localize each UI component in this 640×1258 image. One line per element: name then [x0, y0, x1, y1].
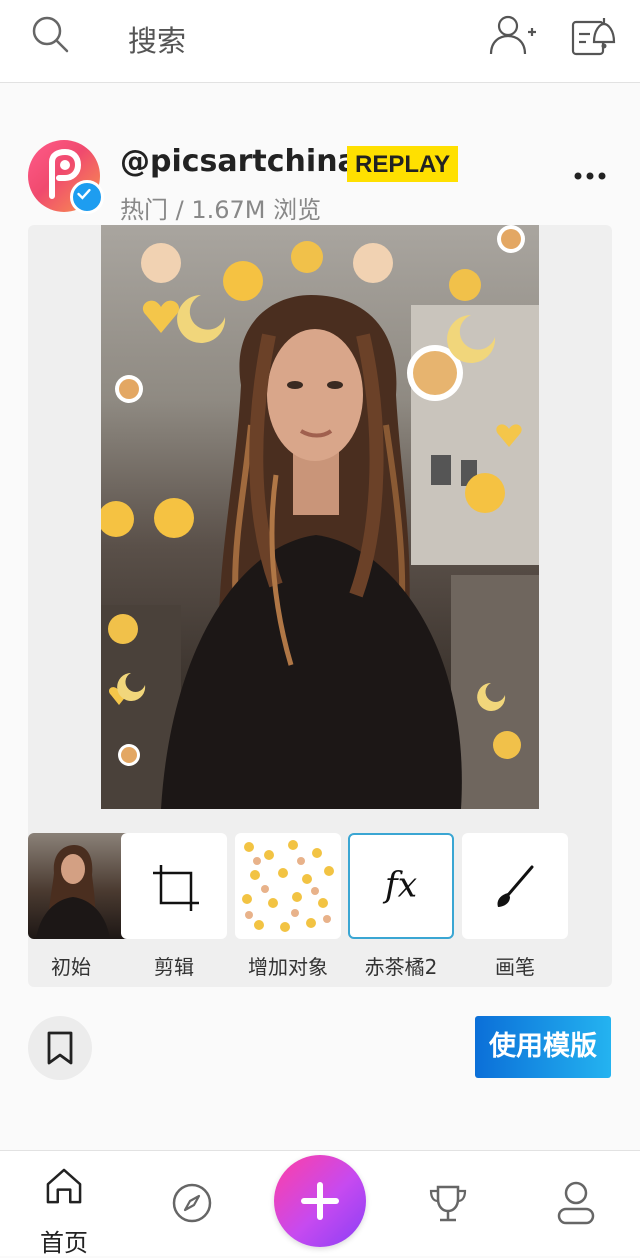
profile-icon[interactable]	[554, 1179, 598, 1227]
svg-text:fx: fx	[382, 866, 418, 906]
home-icon	[46, 1168, 82, 1204]
trophy-icon[interactable]	[426, 1181, 470, 1225]
brush-icon	[497, 865, 534, 907]
bookmark-icon	[47, 1031, 73, 1065]
explore-icon[interactable]	[170, 1181, 214, 1225]
more-options-icon[interactable]	[572, 158, 608, 194]
top-bar: 搜索	[0, 0, 640, 83]
step-label: 增加对象	[248, 955, 328, 979]
step-crop[interactable]	[121, 833, 227, 939]
search-icon[interactable]	[30, 14, 70, 54]
step-label: 画笔	[495, 955, 535, 979]
step-label: 赤茶橘2	[364, 955, 438, 979]
bottom-nav: 首页	[0, 1150, 640, 1257]
original-thumbnail	[36, 845, 110, 939]
step-add-objects[interactable]	[235, 833, 341, 939]
add-user-icon[interactable]	[488, 14, 538, 56]
step-brush[interactable]	[462, 833, 568, 939]
nav-home[interactable]: 首页	[36, 1161, 92, 1257]
step-label: 剪辑	[154, 955, 194, 979]
post-meta: 热门 / 1.67M 浏览	[120, 196, 322, 224]
sticker-thumbnail	[242, 840, 334, 932]
search-field[interactable]: 搜索	[128, 18, 186, 60]
avatar[interactable]	[28, 140, 104, 214]
notification-icon[interactable]	[570, 12, 616, 58]
step-label: 初始	[51, 955, 91, 979]
add-icon	[301, 1182, 339, 1220]
fx-icon: fx	[382, 866, 418, 906]
crop-icon	[153, 865, 199, 911]
bookmark-button[interactable]	[28, 1016, 92, 1080]
add-button[interactable]	[274, 1155, 366, 1247]
use-template-button[interactable]: 使用模版	[475, 1016, 611, 1078]
nav-home-label: 首页	[40, 1229, 88, 1257]
step-original[interactable]	[28, 833, 134, 939]
replay-badge: REPLAY	[347, 146, 459, 182]
step-effect[interactable]: fx	[348, 833, 454, 939]
portrait-image	[101, 225, 539, 809]
post-username[interactable]: @picsartchina	[120, 144, 358, 179]
verified-badge-icon	[70, 180, 104, 214]
post-photo[interactable]	[101, 225, 539, 809]
